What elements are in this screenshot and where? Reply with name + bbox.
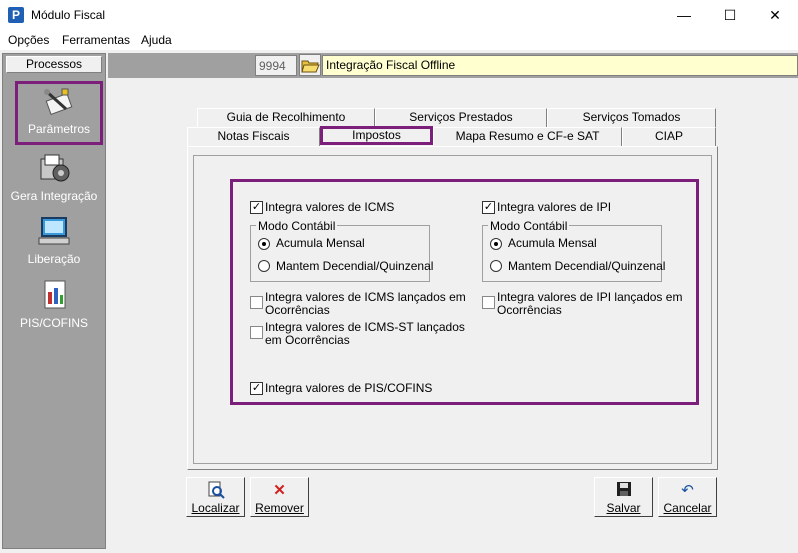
ipi-ocorrencias-label-line2: Ocorrências (497, 303, 562, 317)
tab-ciap[interactable]: CIAP (622, 127, 716, 146)
release-computer-icon (37, 214, 71, 248)
sidebar-item-liberacao[interactable]: Liberação (3, 214, 105, 266)
close-button[interactable]: ✕ (752, 0, 798, 30)
ipi-checkbox-label: Integra valores de IPI (497, 200, 612, 214)
remover-button[interactable]: ✕ Remover (250, 477, 309, 517)
icms-checkbox-label: Integra valores de ICMS (265, 200, 395, 214)
salvar-label: Salvar (606, 501, 641, 515)
menu-opcoes[interactable]: Opções (8, 33, 49, 47)
icms-st-ocorrencias-checkbox[interactable] (250, 326, 263, 339)
icms-modo-contabil-group (250, 225, 430, 282)
undo-icon: ↶ (681, 482, 694, 499)
ipi-option1-label: Acumula Mensal (508, 236, 597, 250)
pis-cofins-checkbox[interactable]: ✓ (250, 382, 263, 395)
icms-option1-label: Acumula Mensal (276, 236, 365, 250)
menu-ajuda[interactable]: Ajuda (141, 33, 172, 47)
icms-checkbox[interactable]: ✓ (250, 201, 263, 214)
find-document-icon (187, 481, 244, 501)
icms-ocorrencias-label-line2: Ocorrências (265, 303, 330, 317)
folder-icon (301, 60, 320, 73)
tab-notas-fiscais[interactable]: Notas Fiscais (187, 127, 320, 146)
menu-ferramentas[interactable]: Ferramentas (62, 33, 130, 47)
save-disk-icon (595, 481, 652, 501)
ipi-ocorrencias-checkbox[interactable] (482, 296, 495, 309)
checkmark-icon: ✓ (483, 201, 494, 213)
sidebar-header[interactable]: Processos (6, 56, 102, 73)
localizar-label: Localizar (191, 501, 240, 515)
generate-integration-icon (37, 151, 71, 185)
sidebar-item-label: Liberação (27, 252, 81, 266)
localizar-button[interactable]: Localizar (186, 477, 245, 517)
icms-option2-label: Mantem Decendial/Quinzenal (276, 259, 434, 273)
salvar-button[interactable]: Salvar (594, 477, 653, 517)
ipi-modo-contabil-group (482, 225, 662, 282)
pis-cofins-label: Integra valores de PIS/COFINS (265, 381, 433, 395)
minimize-button[interactable]: — (661, 0, 707, 30)
tab-servicos-prestados[interactable]: Serviços Prestados (375, 108, 547, 127)
icms-group-title: Modo Contábil (256, 219, 338, 233)
sidebar-item-pis-cofins[interactable]: PIS/COFINS (3, 278, 105, 330)
menu-bar: Opções Ferramentas Ajuda (0, 30, 798, 50)
ipi-acumula-mensal-radio[interactable] (490, 238, 502, 250)
icms-mantem-decendial-radio[interactable] (258, 260, 270, 272)
sidebar-item-gera-integracao[interactable]: Gera Integração (3, 151, 105, 203)
title-bar: P Módulo Fiscal — ☐ ✕ (0, 0, 798, 30)
sidebar-item-label: PIS/COFINS (19, 316, 88, 330)
parameters-icon (42, 87, 76, 121)
ipi-group-title: Modo Contábil (488, 219, 570, 233)
remove-x-icon: ✕ (273, 482, 286, 499)
ipi-option2-label: Mantem Decendial/Quinzenal (508, 259, 666, 273)
tab-impostos[interactable]: Impostos (320, 126, 433, 145)
icms-acumula-mensal-radio[interactable] (258, 238, 270, 250)
window-title: Módulo Fiscal (31, 8, 106, 22)
checkmark-icon: ✓ (251, 382, 262, 394)
sidebar-item-label: Gera Integração (10, 189, 98, 203)
sidebar-item-label: Parâmetros (27, 122, 91, 136)
maximize-button[interactable]: ☐ (707, 0, 753, 30)
tab-guia-de-recolhimento[interactable]: Guia de Recolhimento (197, 108, 375, 127)
ipi-mantem-decendial-radio[interactable] (490, 260, 502, 272)
cancelar-label: Cancelar (663, 501, 712, 515)
app-icon: P (8, 7, 24, 23)
icms-st-label-line2: em Ocorrências (265, 333, 350, 347)
integration-title: Integração Fiscal Offline (322, 55, 798, 76)
pis-cofins-document-icon (37, 278, 71, 312)
code-field[interactable]: 9994 (255, 55, 297, 76)
checkmark-icon: ✓ (251, 201, 262, 213)
tab-mapa-resumo-cfe-sat[interactable]: Mapa Resumo e CF-e SAT (433, 127, 622, 146)
cancelar-button[interactable]: ↶ Cancelar (658, 477, 717, 517)
open-folder-button[interactable] (299, 54, 321, 76)
remover-label: Remover (255, 501, 304, 515)
tab-servicos-tomados[interactable]: Serviços Tomados (547, 108, 716, 127)
sidebar: Processos Parâmetros Gera Integração Lib… (2, 53, 106, 549)
ipi-checkbox[interactable]: ✓ (482, 201, 495, 214)
icms-ocorrencias-checkbox[interactable] (250, 296, 263, 309)
sidebar-item-parametros[interactable]: Parâmetros (15, 81, 103, 145)
